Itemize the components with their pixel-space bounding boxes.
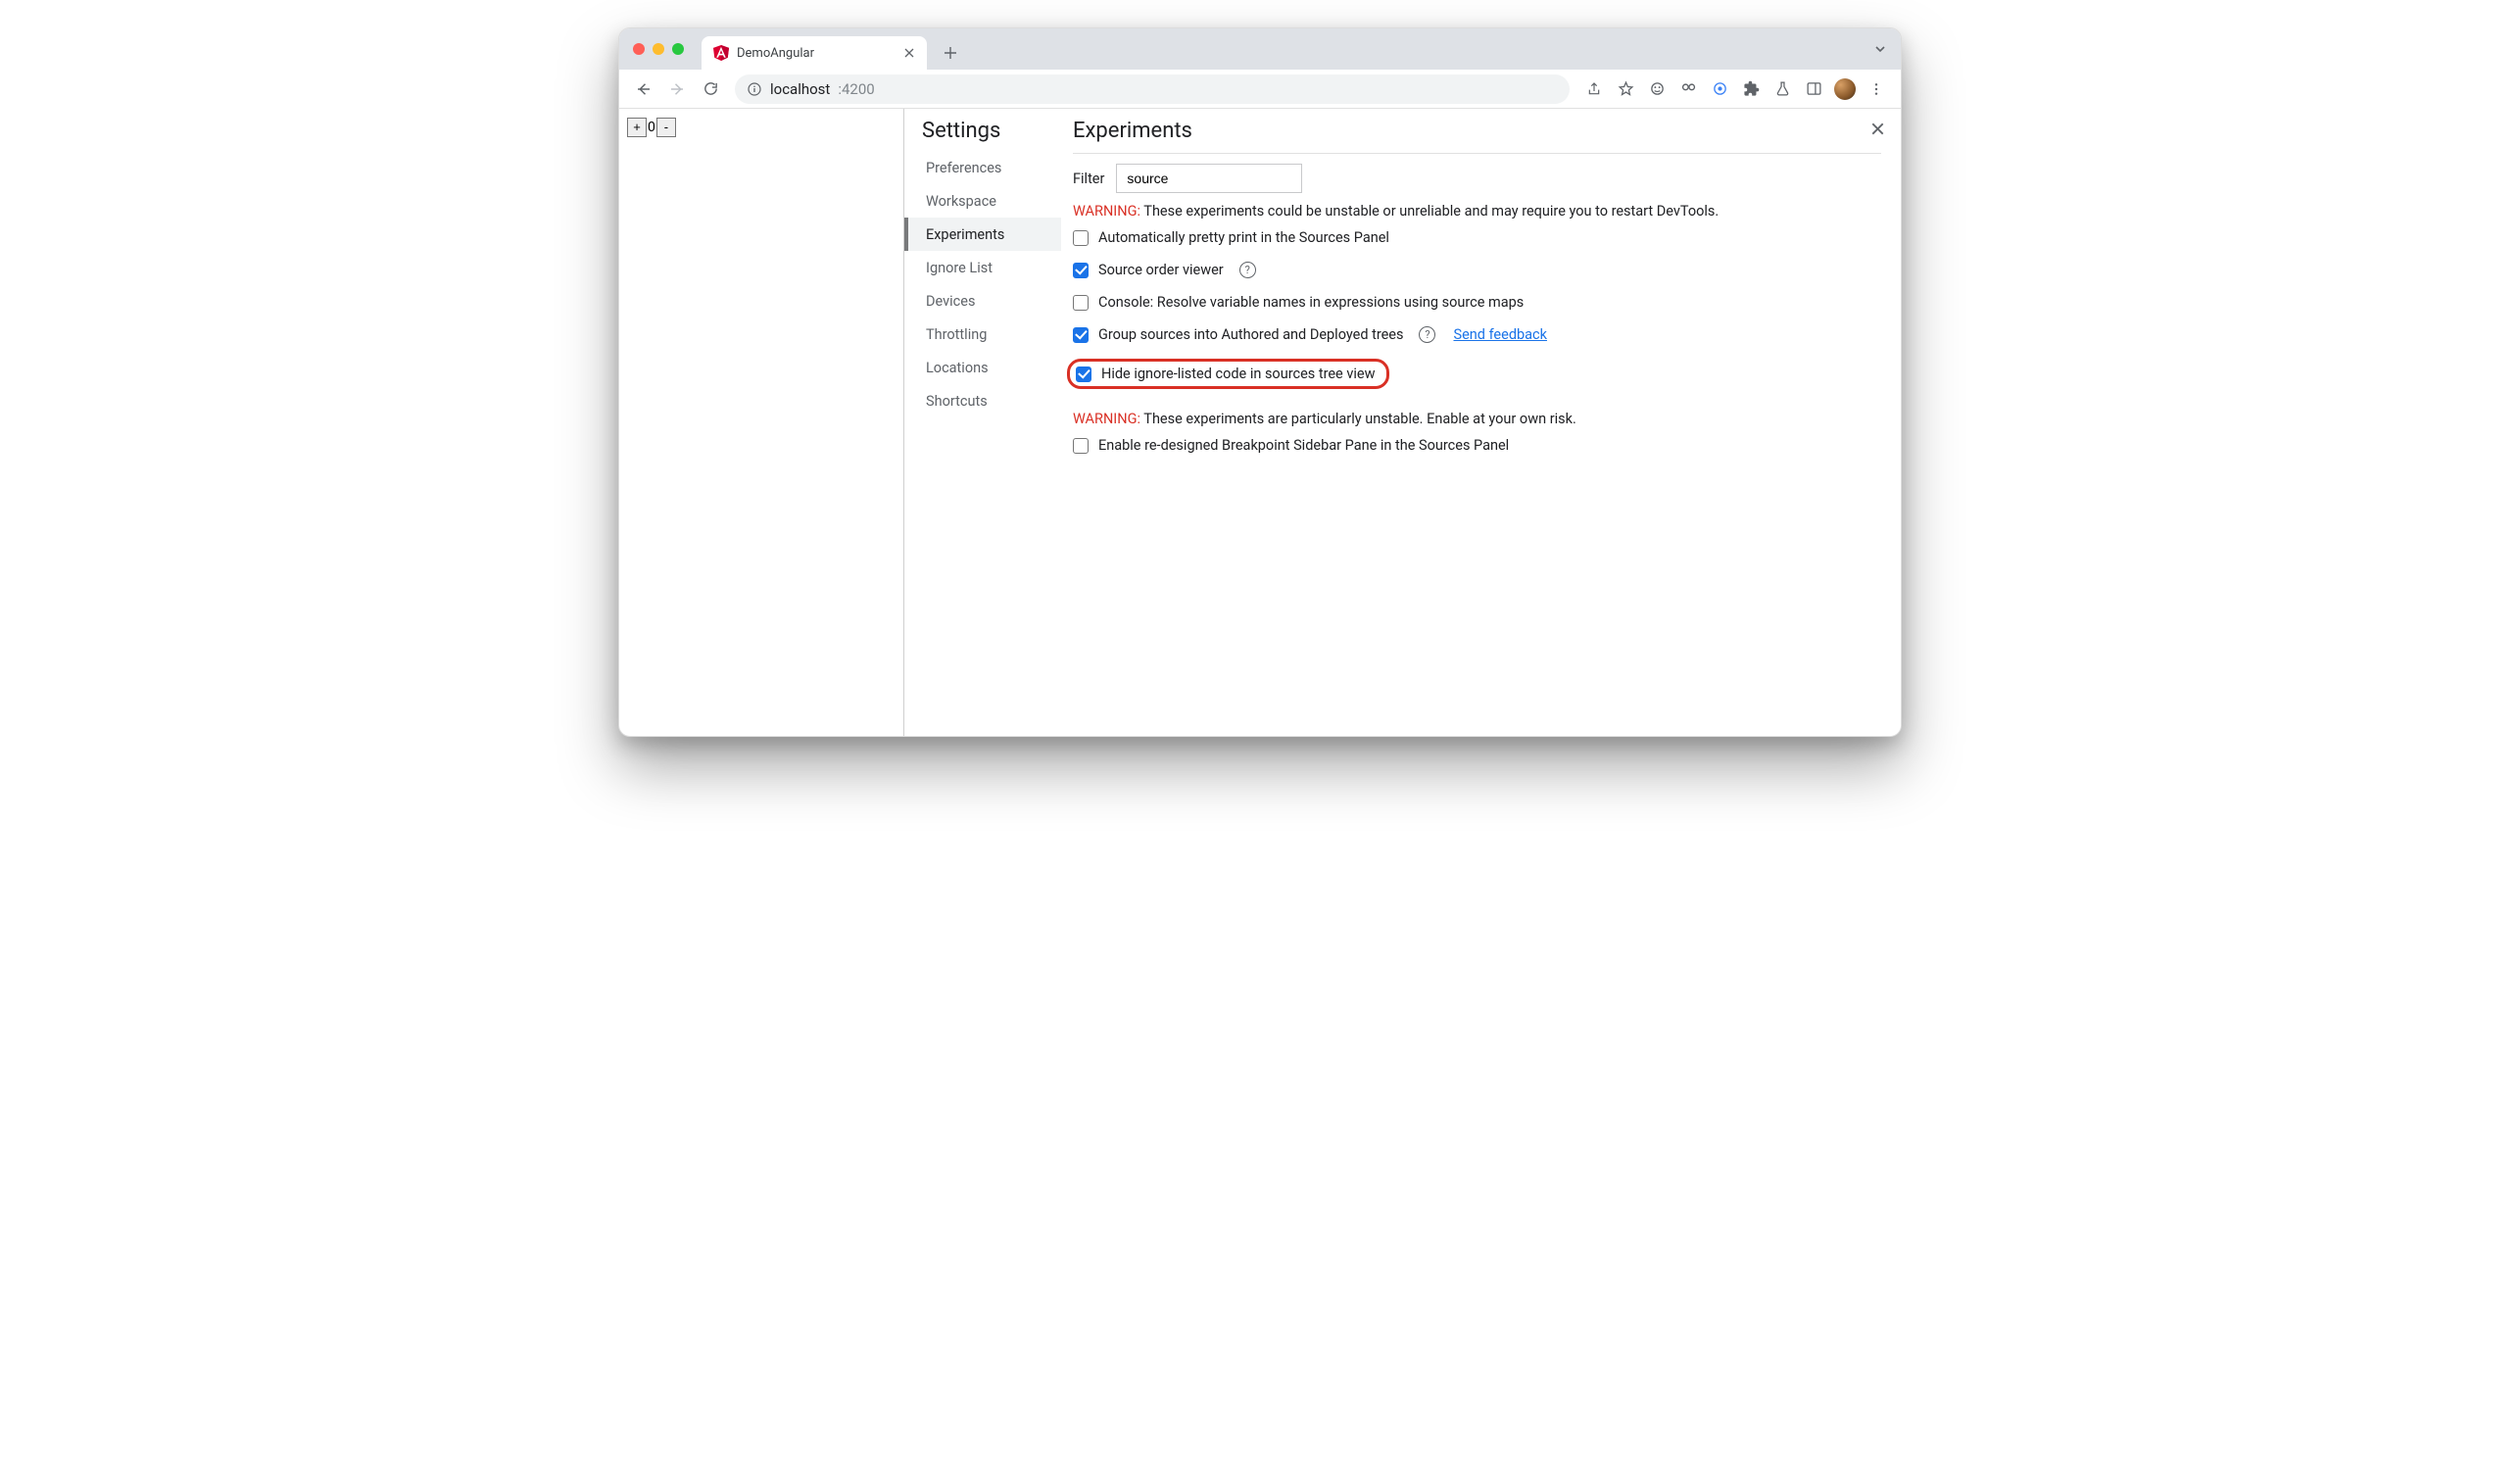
- site-info-icon[interactable]: [747, 81, 762, 97]
- warning-1: WARNING: These experiments could be unst…: [1073, 203, 1881, 220]
- content-area: + 0 - Settings PreferencesWorkspaceExper…: [619, 109, 1901, 736]
- address-bar[interactable]: localhost :4200: [735, 74, 1570, 104]
- experiments-heading: Experiments: [1073, 119, 1881, 143]
- kebab-menu-icon[interactable]: [1862, 74, 1891, 104]
- browser-window: DemoAngular localhost :4200: [618, 27, 1902, 737]
- experiment-row: Source order viewer?: [1073, 262, 1881, 278]
- experiment-label: Console: Resolve variable names in expre…: [1098, 294, 1524, 311]
- browser-toolbar: localhost :4200: [619, 70, 1901, 109]
- experiment-row: Group sources into Authored and Deployed…: [1073, 326, 1881, 343]
- browser-tab[interactable]: DemoAngular: [702, 36, 927, 70]
- experiment-row: Enable re-designed Breakpoint Sidebar Pa…: [1073, 437, 1881, 454]
- counter-value: 0: [647, 120, 656, 135]
- url-host: localhost: [770, 80, 830, 98]
- counter-widget: + 0 -: [627, 118, 676, 137]
- url-port: :4200: [838, 80, 874, 98]
- experiment-checkbox[interactable]: [1073, 327, 1089, 343]
- experiment-row: Console: Resolve variable names in expre…: [1073, 294, 1881, 311]
- experiments-list: Automatically pretty print in the Source…: [1073, 229, 1881, 389]
- sidebar-item-devices[interactable]: Devices: [904, 284, 1061, 318]
- counter-decrement-button[interactable]: -: [656, 118, 676, 137]
- experiment-checkbox[interactable]: [1073, 230, 1089, 246]
- divider: [1073, 153, 1881, 154]
- tab-strip: DemoAngular: [619, 28, 1901, 70]
- help-icon[interactable]: ?: [1239, 262, 1256, 278]
- sidebar-item-throttling[interactable]: Throttling: [904, 318, 1061, 351]
- tab-title: DemoAngular: [737, 46, 894, 61]
- experiment-checkbox[interactable]: [1073, 295, 1089, 311]
- filter-row: Filter: [1073, 164, 1881, 193]
- sidebar-item-locations[interactable]: Locations: [904, 351, 1061, 384]
- settings-main: Experiments Filter WARNING: These experi…: [1061, 109, 1901, 736]
- filter-input[interactable]: [1116, 164, 1302, 193]
- tabs-dropdown-icon[interactable]: [1873, 42, 1887, 56]
- extensions-puzzle-icon[interactable]: [1736, 74, 1766, 104]
- extension-icon-2[interactable]: [1673, 74, 1703, 104]
- close-window-button[interactable]: [633, 43, 645, 55]
- experiment-label: Automatically pretty print in the Source…: [1098, 229, 1389, 246]
- feedback-link[interactable]: Send feedback: [1453, 326, 1546, 343]
- experiments-unstable-list: Enable re-designed Breakpoint Sidebar Pa…: [1073, 437, 1881, 454]
- sidebar-item-experiments[interactable]: Experiments: [904, 218, 1061, 251]
- experiment-row: Hide ignore-listed code in sources tree …: [1067, 359, 1389, 389]
- experiment-row: Automatically pretty print in the Source…: [1073, 229, 1881, 246]
- extension-flask-icon[interactable]: [1768, 74, 1797, 104]
- page-viewport: + 0 -: [619, 109, 903, 736]
- warning-1-label: WARNING:: [1073, 203, 1140, 220]
- sidebar-item-shortcuts[interactable]: Shortcuts: [904, 384, 1061, 417]
- devtools-settings-panel: Settings PreferencesWorkspaceExperiments…: [904, 109, 1901, 736]
- close-tab-icon[interactable]: [901, 45, 917, 61]
- experiment-checkbox[interactable]: [1073, 438, 1089, 454]
- warning-2-label: WARNING:: [1073, 411, 1140, 427]
- settings-sidebar: Settings PreferencesWorkspaceExperiments…: [904, 109, 1061, 736]
- extension-icon-1[interactable]: [1642, 74, 1672, 104]
- help-icon[interactable]: ?: [1419, 326, 1435, 343]
- new-tab-button[interactable]: [937, 39, 964, 67]
- reload-button[interactable]: [696, 74, 725, 104]
- profile-avatar[interactable]: [1830, 74, 1860, 104]
- toolbar-right-icons: [1579, 74, 1891, 104]
- counter-increment-button[interactable]: +: [627, 118, 647, 137]
- fullscreen-window-button[interactable]: [672, 43, 684, 55]
- bookmark-star-icon[interactable]: [1611, 74, 1640, 104]
- close-settings-icon[interactable]: [1866, 117, 1889, 140]
- back-button[interactable]: [629, 74, 658, 104]
- warning-2: WARNING: These experiments are particula…: [1073, 411, 1881, 427]
- warning-2-text: These experiments are particularly unsta…: [1140, 411, 1576, 427]
- minimize-window-button[interactable]: [653, 43, 664, 55]
- sidebar-item-ignore-list[interactable]: Ignore List: [904, 251, 1061, 284]
- angular-favicon-icon: [713, 45, 729, 61]
- forward-button[interactable]: [662, 74, 692, 104]
- warning-1-text: These experiments could be unstable or u…: [1140, 203, 1719, 220]
- extension-icon-3[interactable]: [1705, 74, 1734, 104]
- share-icon[interactable]: [1579, 74, 1609, 104]
- settings-title: Settings: [904, 119, 1061, 151]
- experiment-label: Hide ignore-listed code in sources tree …: [1101, 366, 1375, 382]
- window-controls: [633, 28, 684, 70]
- sidebar-item-preferences[interactable]: Preferences: [904, 151, 1061, 184]
- experiment-checkbox[interactable]: [1076, 366, 1091, 382]
- experiment-label: Group sources into Authored and Deployed…: [1098, 326, 1403, 343]
- experiment-label: Enable re-designed Breakpoint Sidebar Pa…: [1098, 437, 1509, 454]
- filter-label: Filter: [1073, 171, 1104, 187]
- side-panel-icon[interactable]: [1799, 74, 1828, 104]
- experiment-label: Source order viewer: [1098, 262, 1224, 278]
- sidebar-item-workspace[interactable]: Workspace: [904, 184, 1061, 218]
- experiment-checkbox[interactable]: [1073, 263, 1089, 278]
